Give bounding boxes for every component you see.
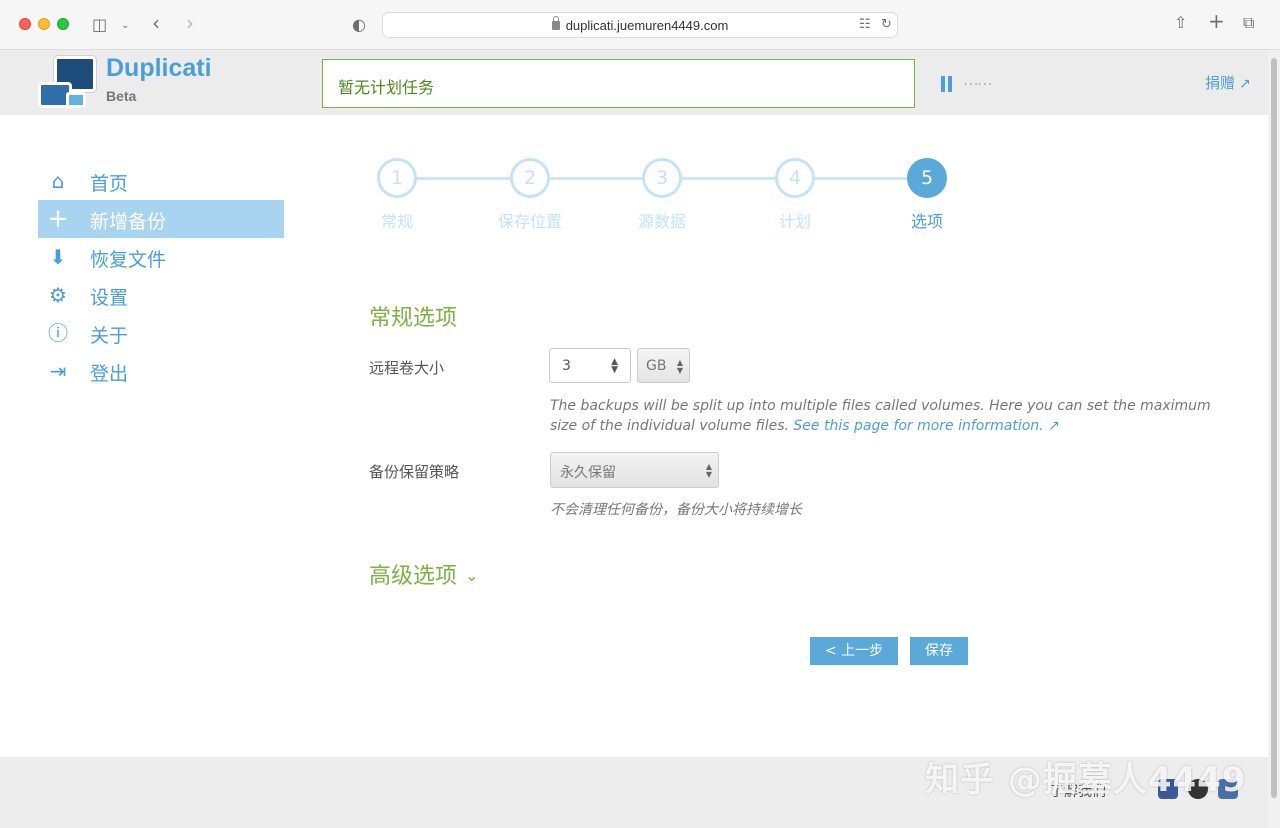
general-options-title: 常规选项 <box>369 306 458 331</box>
volume-size-label: 远程卷大小 <box>369 359 445 377</box>
chevron-down-icon: ⌄ <box>465 566 479 585</box>
sidebar-item-add-backup[interactable]: + 新增备份 <box>38 200 284 238</box>
volume-size-help: The backups will be split up into multip… <box>550 398 1211 434</box>
select-arrows-icon: ▲ ▼ <box>705 462 712 479</box>
sidebar-item-about[interactable]: ⓘ 关于 <box>38 314 284 352</box>
save-button[interactable]: 保存 <box>910 637 968 665</box>
wizard-step-5[interactable]: 5 选项 <box>877 158 977 232</box>
step-label: 源数据 <box>637 212 686 231</box>
scrollbar-thumb[interactable] <box>1271 58 1277 798</box>
external-link-icon: ↗ <box>1239 76 1251 92</box>
step-label: 选项 <box>910 212 943 231</box>
forward-icon[interactable]: › <box>186 13 194 33</box>
lock-icon <box>551 16 560 30</box>
status-box: 暂无计划任务 <box>322 59 915 108</box>
sidebar-item-logout[interactable]: ⇥ 登出 <box>38 352 284 390</box>
volume-unit-value: GB <box>646 358 667 374</box>
sidebar-item-label: 首页 <box>90 173 129 195</box>
retention-value: 永久保留 <box>560 465 616 481</box>
wizard-step-3[interactable]: 3 源数据 <box>612 158 712 232</box>
url-text: duplicati.juemuren4449.com <box>565 18 729 33</box>
step-number: 2 <box>510 158 550 198</box>
back-icon[interactable]: ‹ <box>152 13 160 33</box>
share-icon[interactable]: ⇧ <box>1174 15 1187 31</box>
sidebar-item-home[interactable]: ⌂ 首页 <box>38 162 284 200</box>
sidebar-item-label: 新增备份 <box>90 211 167 233</box>
previous-button[interactable]: < 上一步 <box>810 637 898 665</box>
step-label: 计划 <box>778 212 811 231</box>
throttle-icon[interactable]: ⋯⋯ <box>963 74 993 93</box>
privacy-shield-icon[interactable]: ◐ <box>352 17 366 33</box>
close-window-button[interactable] <box>19 18 31 30</box>
page-scrollbar[interactable] <box>1268 50 1280 828</box>
sidebar-item-settings[interactable]: ⚙ 设置 <box>38 276 284 314</box>
sidebar-nav: ⌂ 首页 + 新增备份 ⬇ 恢复文件 ⚙ 设置 ⓘ 关于 ⇥ 登出 <box>38 162 284 390</box>
select-arrows-icon: ▲ ▼ <box>676 358 683 375</box>
reload-icon[interactable]: ↻ <box>881 17 892 33</box>
step-number: 3 <box>642 158 682 198</box>
more-info-link[interactable]: See this page for more information. ↗ <box>793 418 1059 434</box>
plus-icon: + <box>47 204 69 234</box>
retention-help: 不会清理任何备份，备份大小将持续增长 <box>550 502 802 518</box>
retention-select[interactable]: 永久保留 ▲ ▼ <box>550 452 719 488</box>
external-link-icon: ↗ <box>1048 418 1060 434</box>
sidebar-item-label: 关于 <box>90 325 129 347</box>
wizard-step-4[interactable]: 4 计划 <box>745 158 845 232</box>
home-icon: ⌂ <box>51 169 65 193</box>
logout-icon: ⇥ <box>49 359 67 383</box>
step-label: 保存位置 <box>497 212 562 231</box>
donate-link[interactable]: 捐赠 ↗ <box>1205 72 1251 93</box>
step-number: 5 <box>907 158 947 198</box>
sidebar-item-label: 恢复文件 <box>90 249 167 271</box>
new-tab-icon[interactable]: + <box>1208 11 1225 31</box>
sidebar-toggle-icon[interactable]: ◫ <box>92 17 107 33</box>
chevron-down-icon[interactable]: ⌄ <box>121 18 129 34</box>
app-header: Duplicati Beta 暂无计划任务 ⋯⋯ 捐赠 ↗ <box>0 50 1268 115</box>
volume-unit-select[interactable]: GB ▲ ▼ <box>637 348 690 383</box>
restore-icon: ⬇ <box>49 245 67 269</box>
info-icon: ⓘ <box>48 321 68 345</box>
translate-icon[interactable]: ☷ <box>859 17 871 33</box>
advanced-options-toggle[interactable]: 高级选项 ⌄ <box>369 558 478 590</box>
wizard-step-1[interactable]: 1 常规 <box>347 158 447 232</box>
sidebar-item-restore[interactable]: ⬇ 恢复文件 <box>38 238 284 276</box>
status-text: 暂无计划任务 <box>338 78 435 97</box>
watermark-text: 知乎 @掘墓人4449 <box>925 760 1247 800</box>
step-number: 4 <box>775 158 815 198</box>
pause-icon[interactable] <box>940 76 954 92</box>
step-label: 常规 <box>380 212 413 231</box>
brand-name: Duplicati <box>106 54 212 82</box>
zoom-window-button[interactable] <box>57 18 69 30</box>
sidebar-item-label: 设置 <box>90 287 129 309</box>
sidebar-item-label: 登出 <box>90 363 129 385</box>
browser-toolbar: ◫ ⌄ ‹ › ◐ duplicati.juemuren4449.com ☷ ↻… <box>0 0 1280 50</box>
wizard-step-2[interactable]: 2 保存位置 <box>480 158 580 232</box>
address-bar[interactable]: duplicati.juemuren4449.com ☷ ↻ <box>382 12 898 38</box>
volume-size-value: 3 <box>562 358 571 374</box>
minimize-window-button[interactable] <box>38 18 50 30</box>
volume-size-input[interactable]: 3 ▲ ▼ <box>549 348 631 383</box>
step-number: 1 <box>377 158 417 198</box>
gear-icon: ⚙ <box>49 283 67 307</box>
retention-label: 备份保留策略 <box>369 463 460 481</box>
brand-subtitle: Beta <box>106 88 137 104</box>
duplicati-logo[interactable] <box>38 56 100 110</box>
stepper-icon[interactable]: ▲ ▼ <box>611 358 618 375</box>
tabs-overview-icon[interactable]: ⧉ <box>1243 15 1254 31</box>
